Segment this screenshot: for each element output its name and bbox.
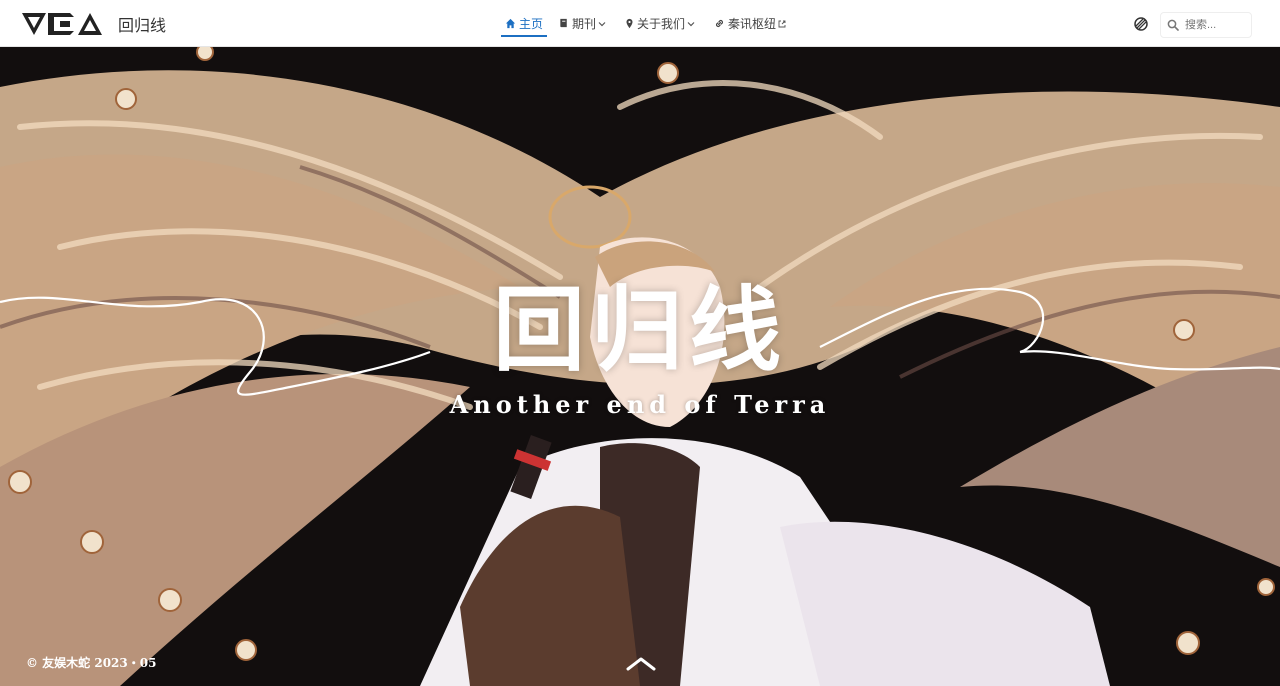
theme-toggle-icon[interactable] (1133, 16, 1149, 32)
hero-banner: 回归线 Another end of Terra © 友娱木蛇 2023・05 (0, 47, 1280, 686)
top-navbar: 回归线 主页 期刊 关于我们 秦讯枢纽 (0, 0, 1280, 47)
link-icon (716, 19, 724, 28)
nav-item-label: 秦讯枢纽 (728, 17, 777, 31)
site-name: 回归线 (118, 18, 167, 35)
nav-item-label: 关于我们 (637, 17, 686, 31)
external-link-icon (778, 20, 786, 27)
nav-item-hub[interactable]: 秦讯枢纽 (714, 0, 789, 47)
chevron-up-icon[interactable] (624, 653, 658, 673)
nav-item-home[interactable]: 主页 (500, 0, 548, 47)
hero-title: 回归线 (492, 276, 787, 384)
search-box[interactable] (1160, 12, 1252, 38)
main-nav: 主页 期刊 关于我们 秦讯枢纽 (500, 0, 805, 47)
nav-item-label: 期刊 (572, 17, 597, 31)
brand[interactable]: 回归线 (20, 8, 166, 40)
search-icon (1167, 19, 1179, 31)
copyright-text: © 友娱木蛇 2023・05 (26, 656, 157, 670)
hero-subtitle: Another end of Terra (449, 390, 831, 419)
nav-item-label: 主页 (519, 17, 544, 31)
nav-item-journal[interactable]: 期刊 (559, 0, 609, 47)
book-icon (560, 18, 567, 28)
search-input[interactable] (1185, 19, 1249, 31)
pin-icon (626, 18, 633, 29)
chevron-down-icon (687, 21, 695, 26)
vca-logo-icon (22, 13, 102, 35)
chevron-down-icon (598, 21, 606, 26)
home-icon (505, 18, 516, 29)
nav-item-about[interactable]: 关于我们 (625, 0, 698, 47)
